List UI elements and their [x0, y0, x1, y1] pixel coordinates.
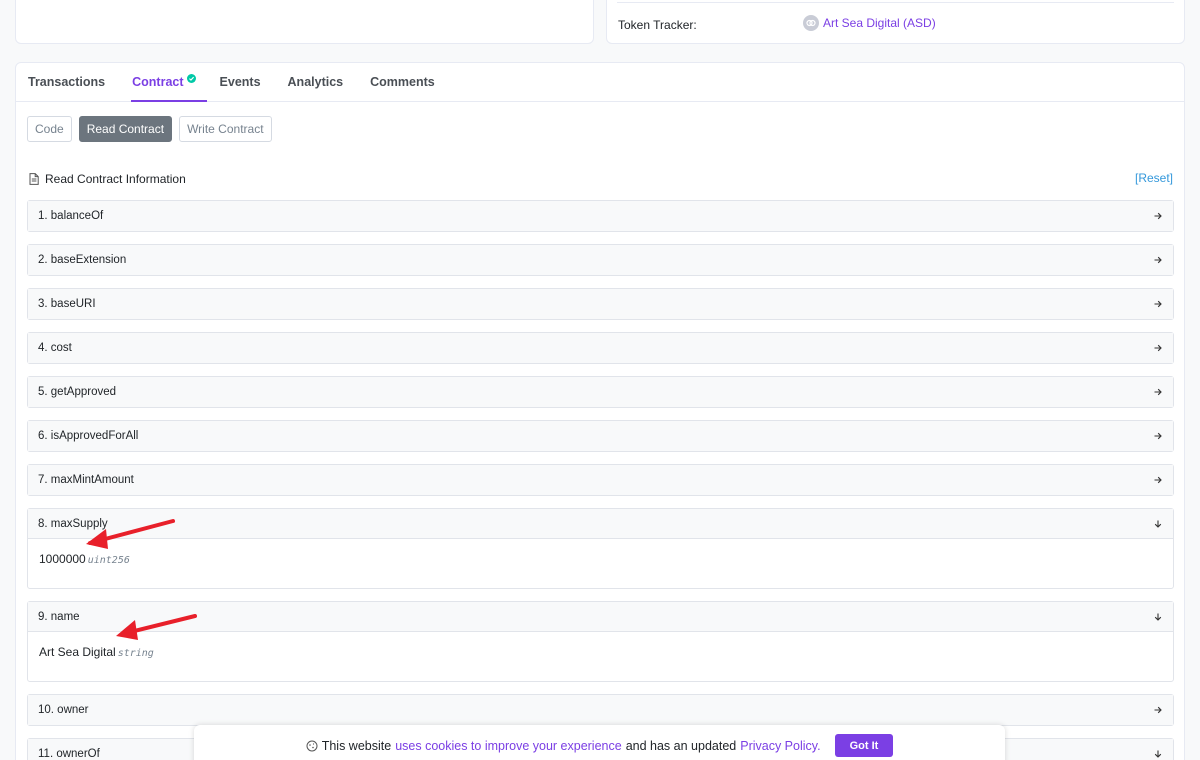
- tab-label: Contract: [132, 75, 184, 89]
- annotation-arrow-icon: [116, 614, 197, 640]
- annotation-arrow-icon: [86, 519, 175, 549]
- cookie-text: This website: [321, 738, 392, 753]
- function-item-baseextension: 2. baseExtension: [27, 244, 1174, 276]
- reset-link[interactable]: [Reset]: [1135, 171, 1173, 185]
- cookie-icon: [306, 740, 318, 751]
- tab-label: Analytics: [287, 75, 344, 89]
- function-header[interactable]: 6. isApprovedForAll: [28, 421, 1173, 451]
- function-header[interactable]: 2. baseExtension: [28, 245, 1173, 275]
- divider: [617, 2, 1174, 3]
- function-label: 6. isApprovedForAll: [38, 430, 139, 442]
- function-list: 1. balanceOf 2. baseExtension 3. baseURI…: [27, 200, 1174, 760]
- function-label: 11. ownerOf: [38, 747, 100, 760]
- arrow-down-icon: [1154, 613, 1162, 621]
- cookie-message: This website uses cookies to improve you…: [306, 734, 825, 757]
- function-label: 7. maxMintAmount: [38, 474, 134, 486]
- arrow-right-icon: [1154, 300, 1162, 308]
- function-label: 3. baseURI: [38, 298, 96, 310]
- verified-check-icon: [186, 74, 196, 83]
- function-item-isapprovedforall: 6. isApprovedForAll: [27, 420, 1174, 452]
- function-item-getapproved: 5. getApproved: [27, 376, 1174, 408]
- function-header[interactable]: 10. owner: [28, 695, 1173, 725]
- tab-transactions[interactable]: Transactions: [28, 63, 118, 101]
- read-contract-heading: Read Contract Information: [29, 172, 186, 186]
- contract-overview-card: [15, 0, 594, 44]
- arrow-down-icon: [1154, 520, 1162, 528]
- function-label: 5. getApproved: [38, 386, 117, 398]
- result-value: Art Sea Digital: [39, 645, 116, 659]
- more-info-card: Token Tracker: Art Sea Digital (ASD): [606, 0, 1185, 44]
- function-label: 1. balanceOf: [38, 210, 104, 222]
- contract-subtabs: Code Read Contract Write Contract: [27, 116, 272, 142]
- got-it-button[interactable]: Got It: [834, 734, 894, 757]
- token-tracker-link[interactable]: Art Sea Digital (ASD): [803, 15, 936, 31]
- code-button[interactable]: Code: [27, 116, 72, 142]
- document-icon: [29, 173, 39, 185]
- function-item-maxsupply: 8. maxSupply 1000000 uint256: [27, 508, 1174, 589]
- function-header[interactable]: 4. cost: [28, 333, 1173, 363]
- tab-label: Transactions: [28, 75, 106, 89]
- cookies-link[interactable]: uses cookies to improve your experience: [395, 739, 622, 753]
- read-contract-button[interactable]: Read Contract: [78, 116, 173, 142]
- function-header[interactable]: 3. baseURI: [28, 289, 1173, 319]
- cookie-banner: This website uses cookies to improve you…: [194, 725, 1005, 760]
- arrow-right-icon: [1154, 256, 1162, 264]
- function-label: 10. owner: [38, 704, 89, 716]
- tab-label: Events: [219, 75, 261, 89]
- result-type: uint256: [87, 555, 130, 566]
- function-header[interactable]: 8. maxSupply: [28, 509, 1173, 539]
- contract-details-card: Transactions Contract Events Analytics C…: [15, 62, 1185, 760]
- function-item-cost: 4. cost: [27, 332, 1174, 364]
- tab-label: Comments: [370, 75, 435, 89]
- arrow-right-icon: [1154, 476, 1162, 484]
- token-tracker-label: Token Tracker:: [618, 18, 697, 32]
- cookie-text: and has an updated: [625, 738, 737, 753]
- token-logo-icon: [803, 15, 819, 31]
- function-item-balanceof: 1. balanceOf: [27, 200, 1174, 232]
- tab-bar: Transactions Contract Events Analytics C…: [16, 63, 1184, 102]
- function-label: 4. cost: [38, 342, 72, 354]
- arrow-right-icon: [1154, 388, 1162, 396]
- tab-comments[interactable]: Comments: [370, 63, 448, 101]
- section-title: Read Contract Information: [45, 172, 186, 186]
- function-item-baseuri: 3. baseURI: [27, 288, 1174, 320]
- arrow-down-icon: [1154, 750, 1162, 758]
- tab-analytics[interactable]: Analytics: [288, 63, 357, 101]
- function-result: 1000000 uint256: [28, 539, 1173, 588]
- function-header[interactable]: 1. balanceOf: [28, 201, 1173, 231]
- token-tracker-value: Art Sea Digital (ASD): [823, 16, 936, 30]
- privacy-policy-link[interactable]: Privacy Policy.: [740, 739, 820, 753]
- result-type: string: [117, 648, 154, 659]
- function-header[interactable]: 5. getApproved: [28, 377, 1173, 407]
- arrow-right-icon: [1154, 432, 1162, 440]
- arrow-right-icon: [1154, 212, 1162, 220]
- function-label: 9. name: [38, 610, 80, 623]
- function-item-owner: 10. owner: [27, 694, 1174, 726]
- write-contract-button[interactable]: Write Contract: [179, 116, 272, 142]
- function-item-maxmintamount: 7. maxMintAmount: [27, 464, 1174, 496]
- tab-contract[interactable]: Contract: [131, 63, 207, 102]
- function-label: 2. baseExtension: [38, 254, 127, 266]
- function-header[interactable]: 7. maxMintAmount: [28, 465, 1173, 495]
- arrow-right-icon: [1154, 344, 1162, 352]
- arrow-right-icon: [1154, 706, 1162, 714]
- tab-events[interactable]: Events: [220, 63, 274, 101]
